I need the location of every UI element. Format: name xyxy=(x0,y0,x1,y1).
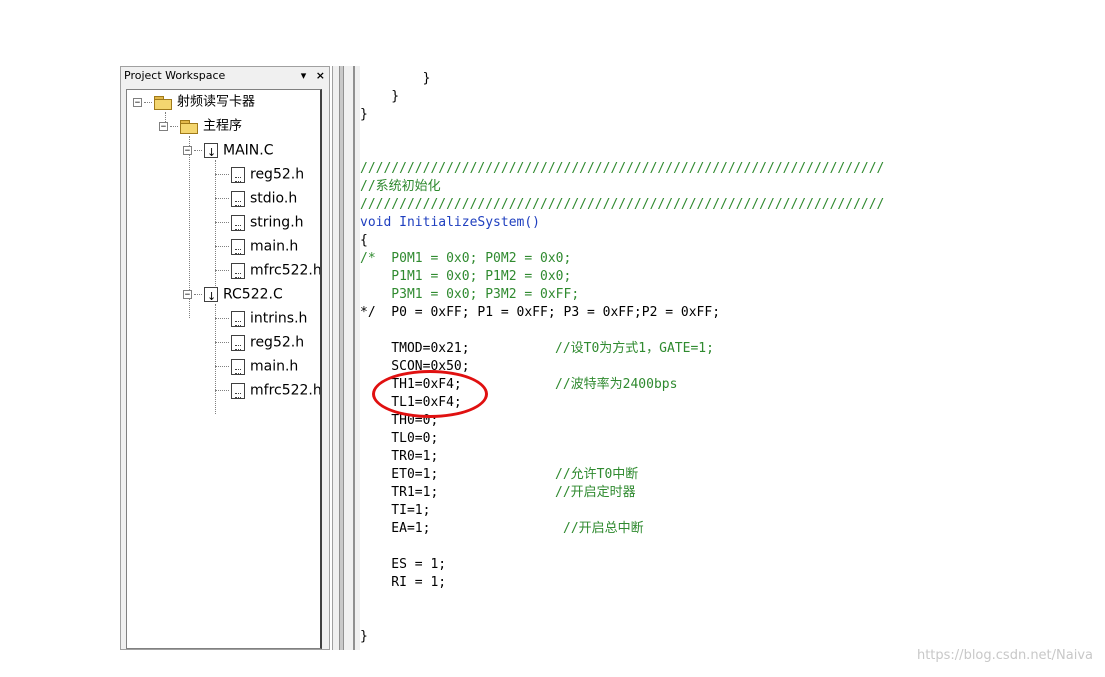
tree-node-header[interactable]: stdio.h xyxy=(215,187,297,209)
workspace-title: Project Workspace xyxy=(124,69,226,82)
code-line: TR1=1; xyxy=(360,485,439,500)
code-comment-line: ////////////////////////////////////////… xyxy=(360,161,885,176)
code-comment-line: /* P0M1 = 0x0; P0M2 = 0x0; xyxy=(360,251,572,266)
tree-node-header[interactable]: main.h xyxy=(215,355,298,377)
code-line: EA=1; xyxy=(360,521,431,536)
code-inline-comment: //开启总中断 xyxy=(563,521,644,536)
tree-connector xyxy=(215,390,229,391)
tree-node-label: reg52.h xyxy=(250,166,305,183)
tree-node-header[interactable]: reg52.h xyxy=(215,331,304,353)
panel-splitter[interactable] xyxy=(332,66,361,650)
project-workspace-panel: Project Workspace ▾ × − 射频读写卡器 − 主程序 − MAIN… xyxy=(120,66,330,650)
close-icon[interactable]: × xyxy=(316,69,325,82)
code-comment-line: ////////////////////////////////////////… xyxy=(360,197,885,212)
tree-node-label: string.h xyxy=(250,214,304,231)
splitter-bar[interactable] xyxy=(339,66,344,650)
header-file-icon xyxy=(231,334,245,351)
tree-connector xyxy=(194,294,202,295)
tree-node-label: reg52.h xyxy=(250,334,305,351)
code-inline-comment: //允许T0中断 xyxy=(555,467,639,482)
tree-node-header[interactable]: reg52.h xyxy=(215,163,304,185)
code-line: ES = 1; xyxy=(360,557,447,572)
header-file-icon xyxy=(231,214,245,231)
tree-node-label: stdio.h xyxy=(250,190,298,207)
project-tree: − 射频读写卡器 − 主程序 − MAIN.C reg52.h stdio.h str… xyxy=(126,89,322,649)
code-inline-comment: //波特率为2400bps xyxy=(555,377,678,392)
tree-node-label: RC522.C xyxy=(223,286,283,303)
header-file-icon xyxy=(231,262,245,279)
code-comment-line: P3M1 = 0x0; P3M2 = 0xFF; xyxy=(360,287,580,302)
code-line: TI=1; xyxy=(360,503,431,518)
tree-node-label: mfrc522.h xyxy=(250,382,322,399)
code-line: TR0=1; xyxy=(360,449,439,464)
code-line: TL0=0; xyxy=(360,431,439,446)
tree-connector xyxy=(215,342,229,343)
header-file-icon xyxy=(231,382,245,399)
tree-connector xyxy=(215,318,229,319)
tree-connector xyxy=(215,246,229,247)
tree-connector xyxy=(194,150,202,151)
tree-node-group[interactable]: − 主程序 xyxy=(159,115,242,137)
collapse-icon[interactable]: − xyxy=(183,146,192,156)
workspace-title-controls: ▾ × xyxy=(295,67,325,85)
tree-node-label: mfrc522.h xyxy=(250,262,322,279)
project-folder-icon xyxy=(154,96,172,110)
code-line: TMOD=0x21; xyxy=(360,341,470,356)
tree-node-header[interactable]: intrins.h xyxy=(215,307,307,329)
code-comment-line: //系统初始化 xyxy=(360,179,441,194)
code-line: RI = 1; xyxy=(360,575,447,590)
c-file-icon xyxy=(204,286,218,308)
pin-dropdown-icon[interactable]: ▾ xyxy=(301,69,307,82)
tree-connector xyxy=(215,198,229,199)
tree-node-label: main.h xyxy=(250,358,299,375)
splitter-edge xyxy=(353,66,355,650)
header-file-icon xyxy=(231,358,245,375)
code-line: } xyxy=(360,89,400,104)
tree-connector xyxy=(170,126,178,127)
tree-node-label: 主程序 xyxy=(203,118,243,134)
tree-node-label: 射频读写卡器 xyxy=(177,94,256,110)
collapse-icon[interactable]: − xyxy=(133,98,142,108)
header-file-icon xyxy=(231,238,245,255)
tree-connector xyxy=(215,222,229,223)
header-file-icon xyxy=(231,310,245,327)
tree-node-root[interactable]: − 射频读写卡器 xyxy=(133,91,255,113)
tree-node-main-c[interactable]: − MAIN.C xyxy=(183,139,274,164)
tree-node-header[interactable]: main.h xyxy=(215,235,298,257)
tree-node-rc522-c[interactable]: − RC522.C xyxy=(183,283,283,308)
code-line: ET0=1; xyxy=(360,467,439,482)
code-editor[interactable]: } } } //////////////////////////////////… xyxy=(360,66,960,650)
watermark: https://blog.csdn.net/Naiva xyxy=(916,648,1093,663)
code-line: } xyxy=(360,107,368,122)
header-file-icon xyxy=(231,190,245,207)
header-file-icon xyxy=(231,166,245,183)
code-function-signature: void InitializeSystem() xyxy=(360,215,541,230)
tree-connector xyxy=(215,366,229,367)
tree-node-label: intrins.h xyxy=(250,310,308,327)
tree-connector xyxy=(144,102,152,103)
code-inline-comment: //设T0为方式1，GATE=1; xyxy=(555,341,714,356)
code-comment-line: P1M1 = 0x0; P1M2 = 0x0; xyxy=(360,269,572,284)
tree-connector xyxy=(215,270,229,271)
tree-node-label: MAIN.C xyxy=(223,142,274,159)
code-line: */ P0 = 0xFF; P1 = 0xFF; P3 = 0xFF;P2 = … xyxy=(360,305,721,320)
tree-node-label: main.h xyxy=(250,238,299,255)
code-line: } xyxy=(360,71,431,86)
code-line: { xyxy=(360,233,368,248)
highlight-circle xyxy=(372,370,488,418)
workspace-titlebar: Project Workspace ▾ × xyxy=(121,67,329,85)
c-file-icon xyxy=(204,142,218,164)
code-inline-comment: //开启定时器 xyxy=(555,485,636,500)
tree-node-header[interactable]: mfrc522.h xyxy=(215,259,322,281)
folder-icon xyxy=(180,120,198,134)
collapse-icon[interactable]: − xyxy=(183,290,192,300)
code-line: } xyxy=(360,629,368,644)
tree-node-header[interactable]: mfrc522.h xyxy=(215,379,322,401)
tree-connector xyxy=(215,174,229,175)
tree-node-header[interactable]: string.h xyxy=(215,211,304,233)
collapse-icon[interactable]: − xyxy=(159,122,168,132)
